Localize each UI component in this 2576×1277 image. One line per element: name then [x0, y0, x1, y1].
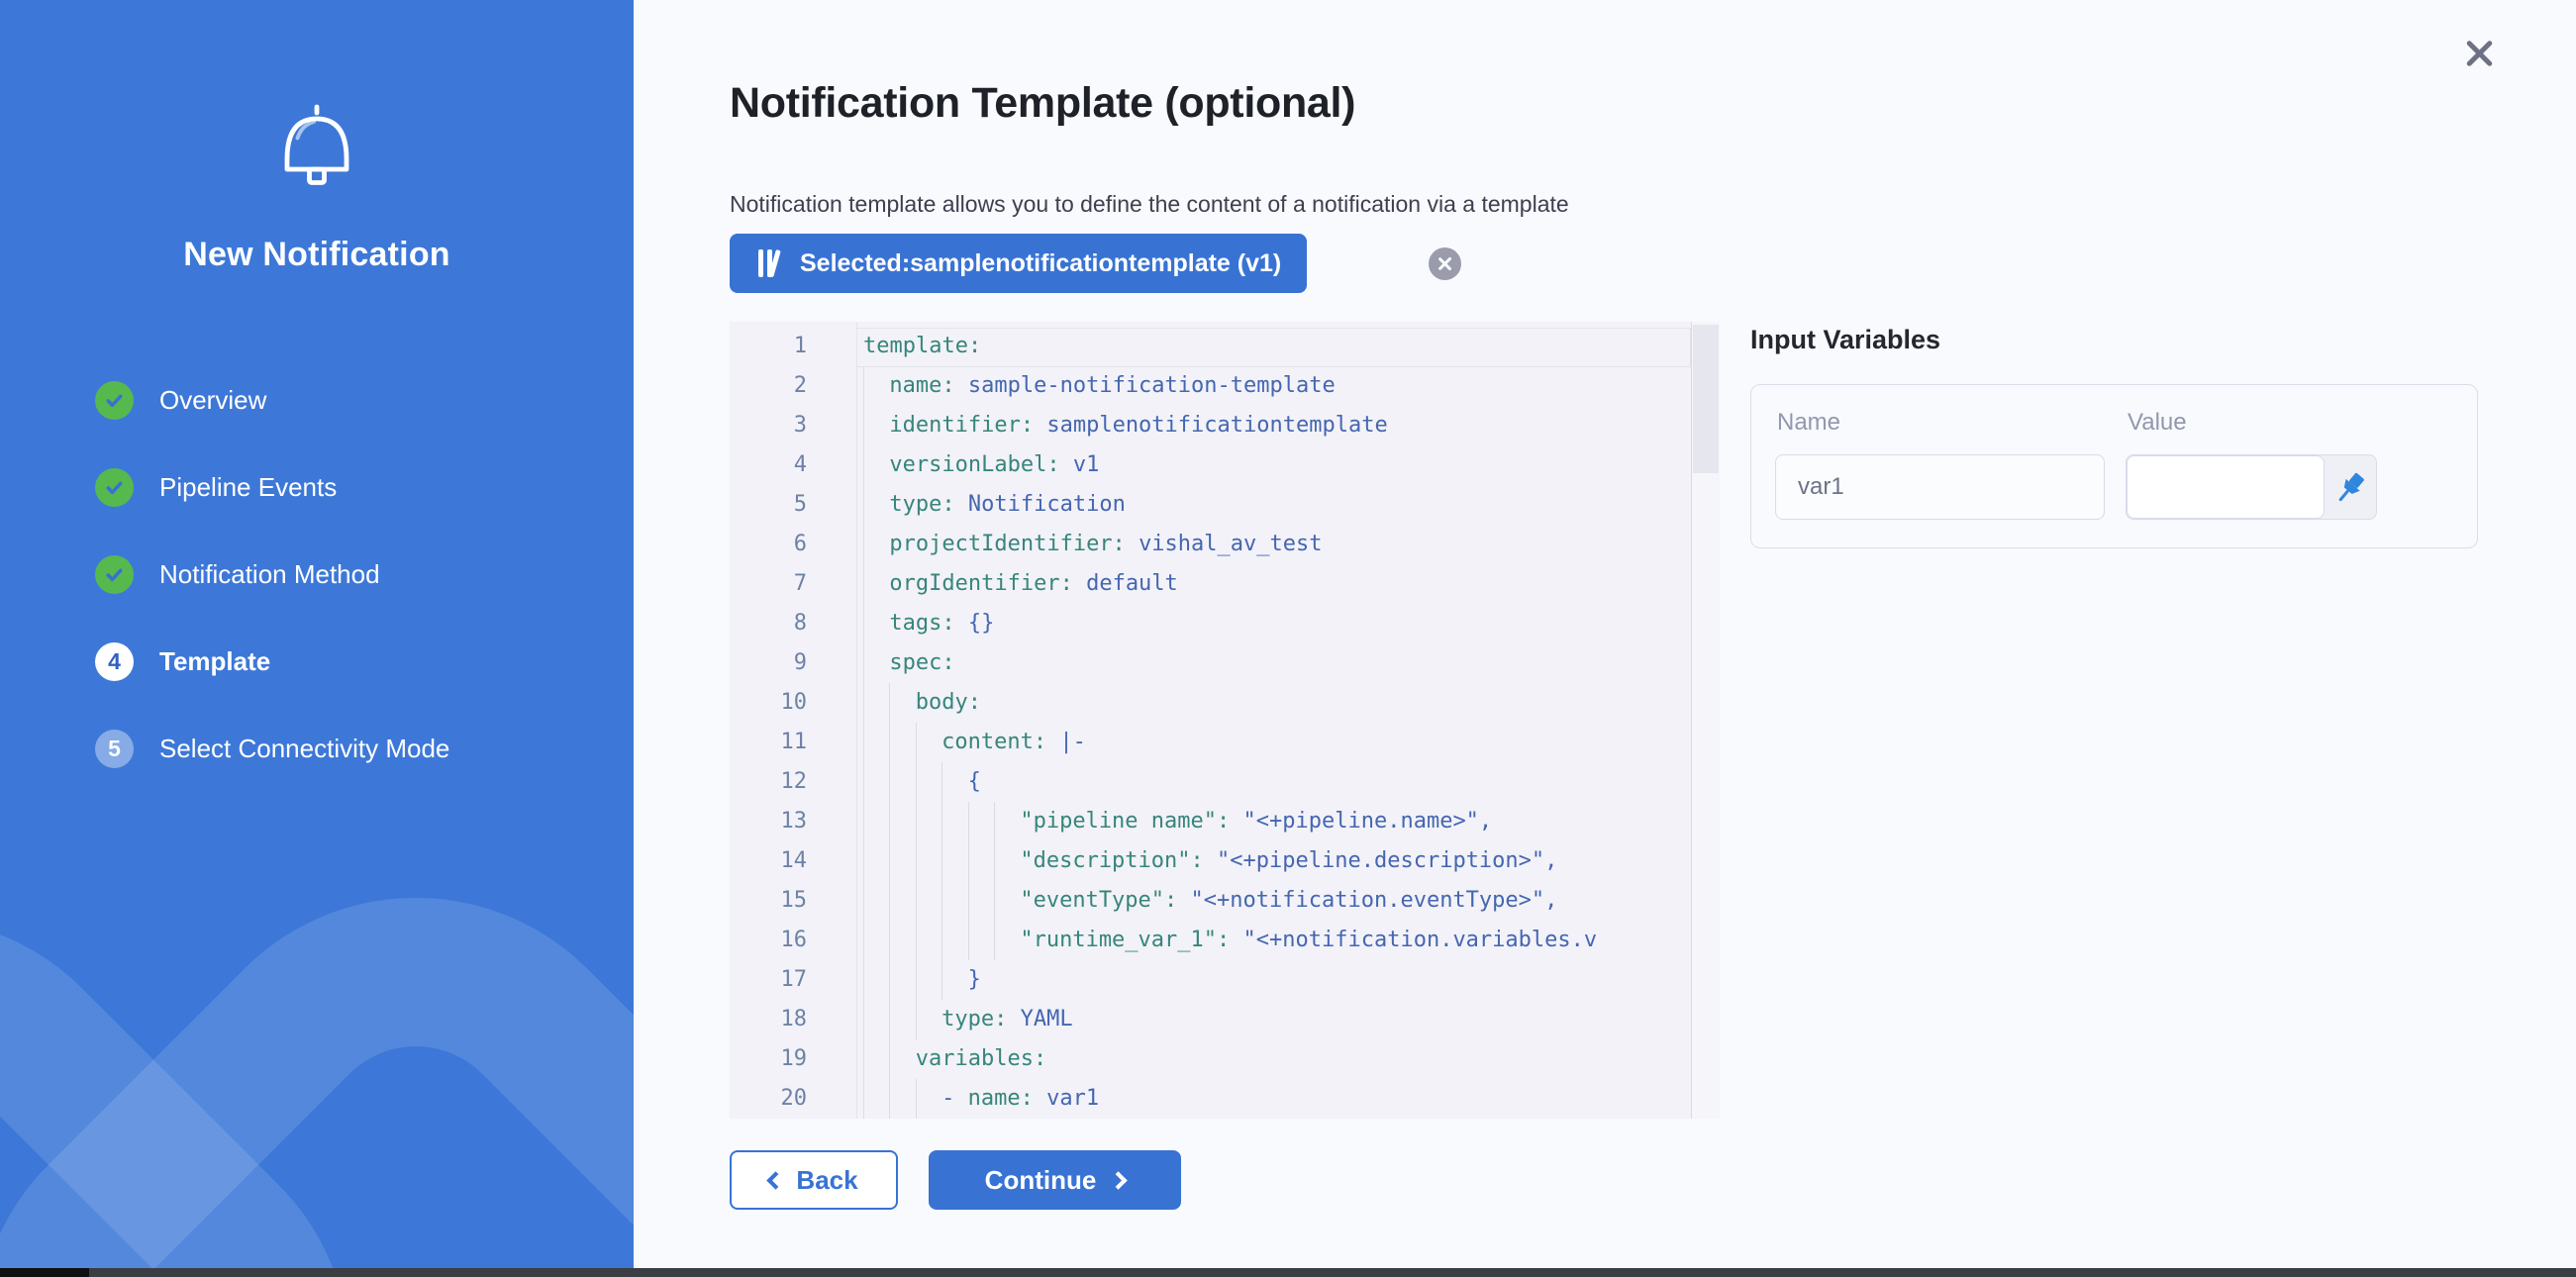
line-number: 8 [730, 604, 807, 643]
continue-button-label: Continue [985, 1165, 1097, 1196]
template-library-icon [755, 248, 785, 278]
window-bottom-edge [0, 1268, 2576, 1277]
editor-scrollbar-thumb[interactable] [1693, 325, 1719, 473]
code-line: 4versionLabel: v1 [730, 445, 1720, 485]
sidebar-step-overview[interactable]: Overview [95, 356, 610, 443]
code-line: 11content: |- [730, 723, 1720, 762]
pin-icon[interactable] [2330, 468, 2370, 508]
line-number: 20 [730, 1079, 807, 1119]
code-line: 8tags: {} [730, 604, 1720, 643]
line-number: 5 [730, 485, 807, 525]
step-check-icon [95, 381, 134, 420]
variable-name-input[interactable] [1775, 454, 2105, 520]
variable-value-control [2126, 454, 2377, 520]
chevron-left-icon [767, 1171, 785, 1189]
step-number-badge: 4 [95, 642, 134, 681]
code-line: 16"runtime_var_1": "<+notification.varia… [730, 921, 1720, 960]
back-button[interactable]: Back [730, 1150, 898, 1210]
main-panel: Notification Template (optional) Notific… [634, 0, 2576, 1277]
selected-template-label: Selected:samplenotificationtemplate (v1) [800, 249, 1281, 278]
window-bottom-edge-corner [0, 1268, 89, 1277]
chevron-right-icon [1110, 1171, 1128, 1189]
sidebar-step-template[interactable]: 4 Template [95, 618, 610, 705]
line-number: 7 [730, 564, 807, 604]
continue-button[interactable]: Continue [929, 1150, 1181, 1210]
code-line: 7orgIdentifier: default [730, 564, 1720, 604]
code-line: 1template: [730, 327, 1720, 366]
code-line: 3identifier: samplenotificationtemplate [730, 406, 1720, 445]
code-line: 18type: YAML [730, 1000, 1720, 1039]
line-number: 16 [730, 921, 807, 960]
line-number: 6 [730, 525, 807, 564]
code-line: 19variables: [730, 1039, 1720, 1079]
code-line: 14"description": "<+pipeline.description… [730, 841, 1720, 881]
step-label: Pipeline Events [159, 472, 337, 503]
remove-template-button[interactable] [1429, 247, 1461, 280]
step-check-icon [95, 555, 134, 594]
step-label: Select Connectivity Mode [159, 734, 449, 764]
sidebar-step-pipeline-events[interactable]: Pipeline Events [95, 443, 610, 531]
code-line: 6projectIdentifier: vishal_av_test [730, 525, 1720, 564]
line-number: 15 [730, 881, 807, 921]
code-line: 20- name: var1 [730, 1079, 1720, 1119]
step-check-icon [95, 468, 134, 507]
line-number: 2 [730, 366, 807, 406]
selected-template-chip[interactable]: Selected:samplenotificationtemplate (v1) [730, 234, 1307, 293]
value-column-label: Value [2128, 409, 2187, 437]
code-line: 13"pipeline name": "<+pipeline.name>", [730, 802, 1720, 841]
code-line: 12{ [730, 762, 1720, 802]
line-number: 19 [730, 1039, 807, 1079]
input-variables-title: Input Variables [1750, 325, 1940, 355]
wizard-steps: Overview Pipeline Events Notification Meth… [95, 356, 610, 792]
line-number: 3 [730, 406, 807, 445]
line-number: 1 [730, 327, 807, 366]
step-number-badge: 5 [95, 730, 134, 768]
variable-value-input[interactable] [2127, 455, 2325, 519]
code-line: 5type: Notification [730, 485, 1720, 525]
name-column-label: Name [1777, 409, 1840, 437]
input-variables-card: Name Value [1750, 384, 2478, 548]
line-number: 12 [730, 762, 807, 802]
line-number: 9 [730, 643, 807, 683]
close-icon[interactable] [2455, 30, 2503, 77]
code-line: 2name: sample-notification-template [730, 366, 1720, 406]
step-label: Notification Method [159, 559, 380, 590]
code-line: 10body: [730, 683, 1720, 723]
wizard-sidebar: New Notification Overview Pipeline Events… [0, 0, 634, 1277]
page-title: Notification Template (optional) [730, 79, 1355, 128]
line-number: 4 [730, 445, 807, 485]
harness-logo-watermark [0, 762, 634, 1277]
gutter-divider [856, 322, 857, 1119]
line-number: 10 [730, 683, 807, 723]
bell-icon [269, 95, 364, 194]
yaml-editor[interactable]: 1template:2name: sample-notification-tem… [730, 322, 1720, 1119]
code-line: 15"eventType": "<+notification.eventType… [730, 881, 1720, 921]
code-line: 9spec: [730, 643, 1720, 683]
wizard-title: New Notification [0, 236, 634, 274]
sidebar-step-select-connectivity-mode[interactable]: 5 Select Connectivity Mode [95, 705, 610, 792]
step-label: Template [159, 646, 270, 677]
line-number: 11 [730, 723, 807, 762]
editor-scrollbar-divider [1691, 322, 1692, 1119]
sidebar-step-notification-method[interactable]: Notification Method [95, 531, 610, 618]
line-number: 17 [730, 960, 807, 1000]
code-line: 17} [730, 960, 1720, 1000]
step-label: Overview [159, 385, 266, 416]
line-number: 14 [730, 841, 807, 881]
line-number: 13 [730, 802, 807, 841]
back-button-label: Back [796, 1165, 857, 1196]
line-number: 18 [730, 1000, 807, 1039]
page-description: Notification template allows you to defi… [730, 191, 1569, 218]
